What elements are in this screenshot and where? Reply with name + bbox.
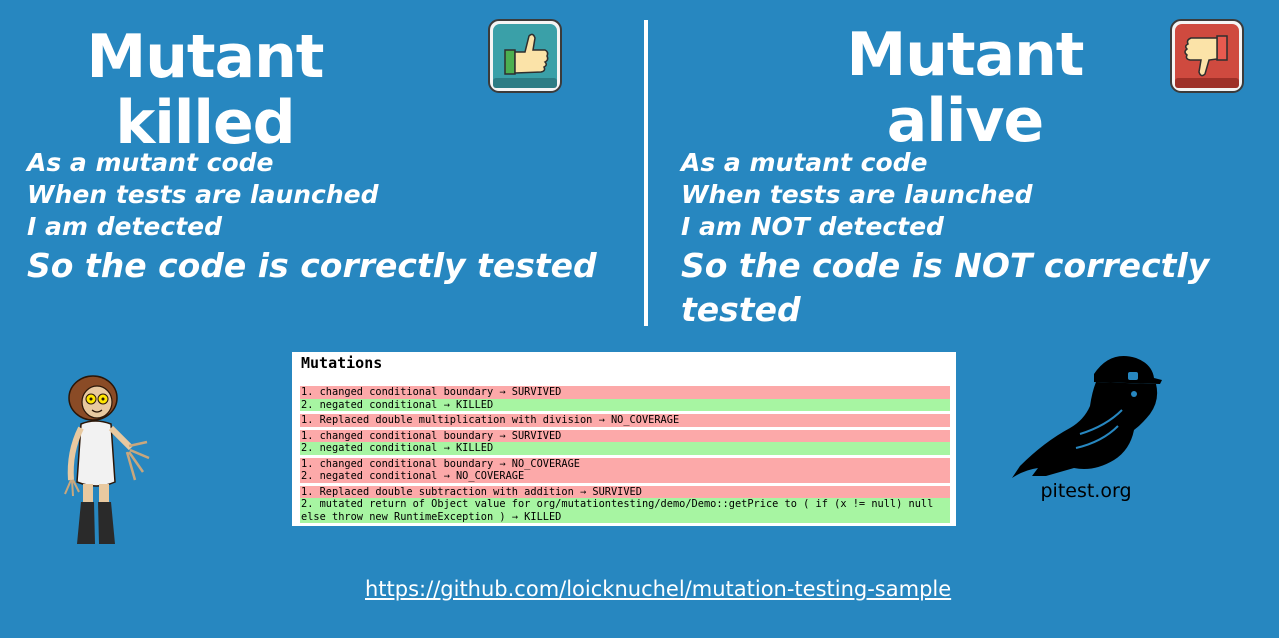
mutation-group: 1. changed conditional boundary → NO_COV…: [300, 457, 950, 483]
killed-title: Mutant killed: [86, 22, 325, 158]
right-line-1: As a mutant code: [681, 148, 928, 177]
mutation-row: 1. Replaced double multiplication with d…: [300, 414, 950, 427]
left-conclusion: So the code is correctly tested: [27, 246, 597, 285]
right-line-2: When tests are launched: [681, 180, 1033, 209]
right-conclusion: So the code is NOT correctly tested: [681, 246, 1210, 329]
mutation-group: 1. changed conditional boundary → SURVIV…: [300, 386, 950, 411]
vertical-divider: [644, 20, 648, 326]
mutation-row: 1. changed conditional boundary → NO_COV…: [300, 457, 950, 470]
alive-title: Mutant alive: [846, 20, 1085, 156]
mutation-row: 1. Replaced double subtraction with addi…: [300, 485, 950, 498]
thumbs-down-icon: [1169, 18, 1245, 94]
left-line-3: I am detected: [27, 212, 223, 241]
mutation-row: 1. changed conditional boundary → SURVIV…: [300, 386, 950, 399]
mutation-group: 1. Replaced double multiplication with d…: [300, 414, 950, 427]
pitest-label: pitest.org: [1040, 480, 1132, 502]
mutation-row: 1. changed conditional boundary → SURVIV…: [300, 429, 950, 442]
mutation-group: 1. changed conditional boundary → SURVIV…: [300, 429, 950, 455]
mutation-row: 2. mutated return of Object value for or…: [300, 498, 950, 523]
mutation-row: 2. negated conditional → KILLED: [300, 398, 950, 411]
mutant-mascot-icon: [55, 372, 155, 550]
left-line-1: As a mutant code: [27, 148, 274, 177]
mutation-row: 2. negated conditional → KILLED: [300, 442, 950, 455]
mutation-row: 2. negated conditional → NO_COVERAGE: [300, 470, 950, 483]
mutations-title: Mutations: [301, 354, 383, 372]
left-line-2: When tests are launched: [27, 180, 379, 209]
pitest-bird-logo: [1010, 350, 1165, 480]
github-link[interactable]: https://github.com/loicknuchel/mutation-…: [365, 577, 951, 601]
thumbs-up-icon: [487, 18, 563, 94]
right-line-3: I am NOT detected: [681, 212, 944, 241]
mutations-panel: Mutations 1. changed conditional boundar…: [292, 352, 956, 526]
mutation-group: 1. Replaced double subtraction with addi…: [300, 485, 950, 523]
